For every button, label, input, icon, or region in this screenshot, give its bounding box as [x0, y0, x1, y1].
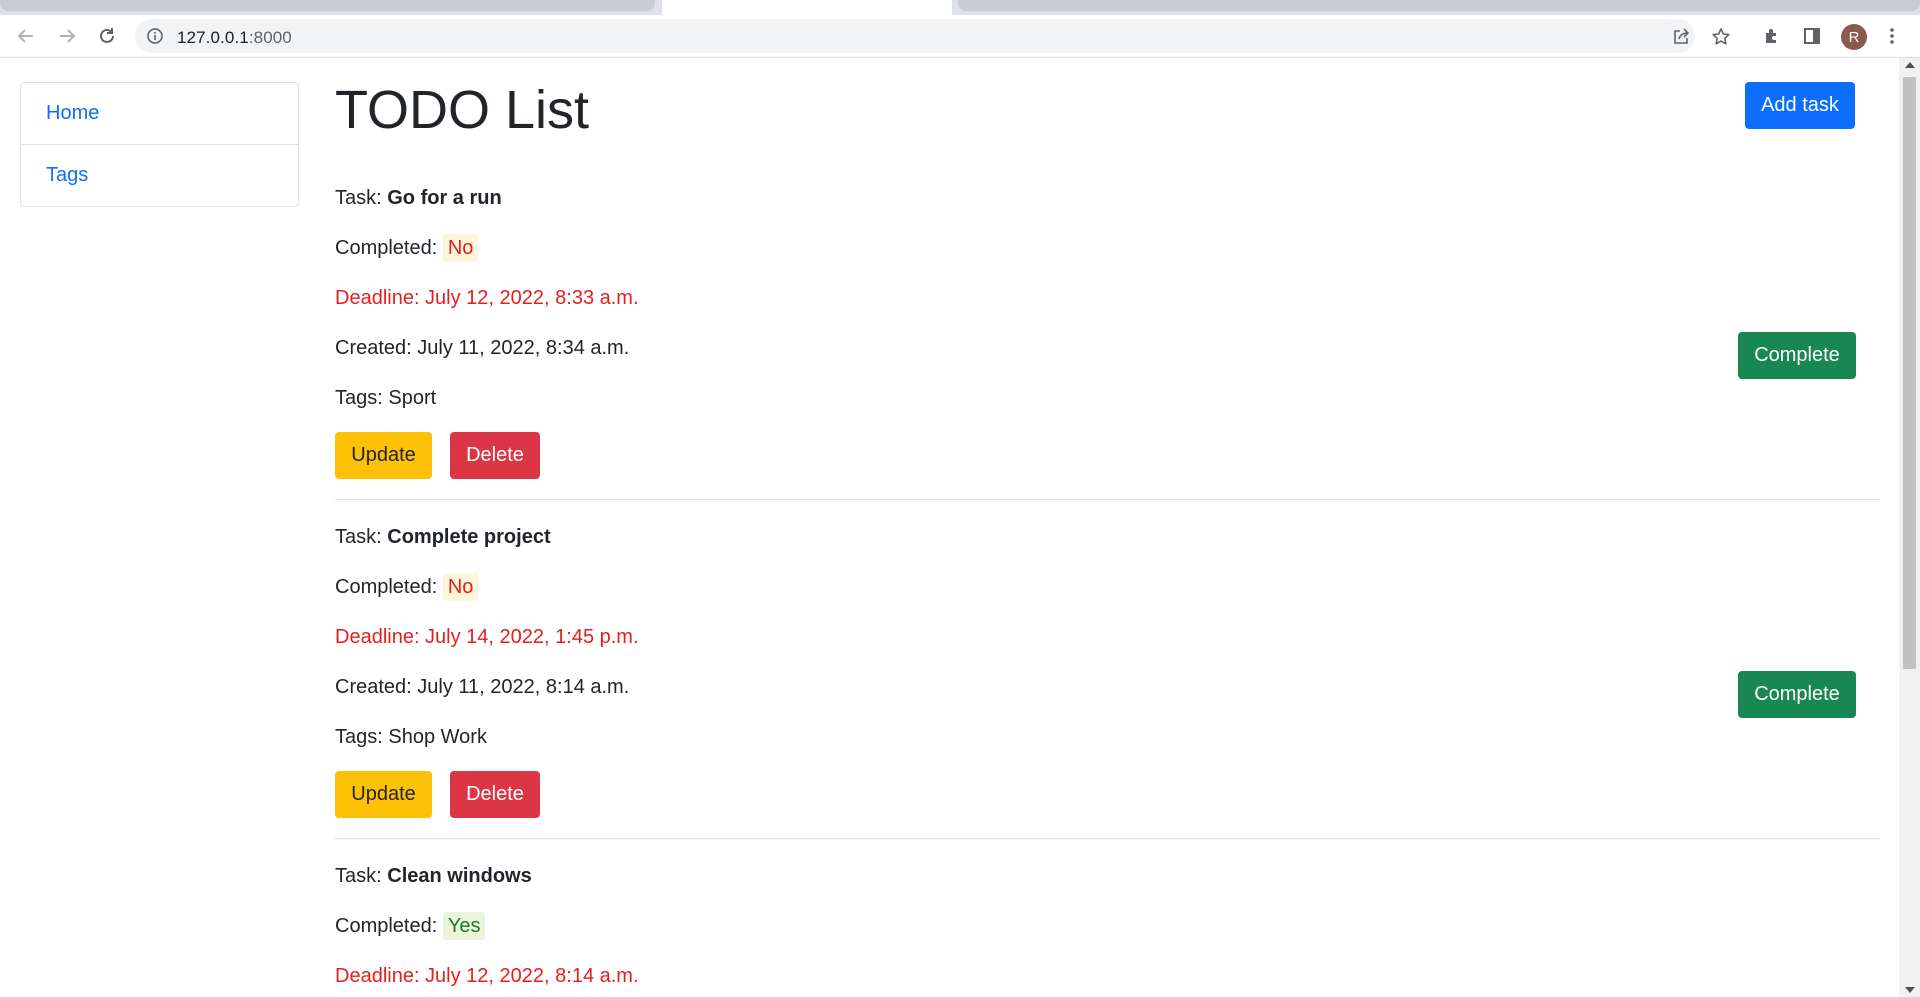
completed-label: Completed: [335, 915, 438, 937]
update-button[interactable]: Update [335, 432, 432, 479]
scroll-thumb[interactable] [1903, 77, 1916, 669]
extensions-icon[interactable] [1760, 24, 1784, 48]
delete-button[interactable]: Delete [450, 771, 540, 818]
deadline-text: Deadline: July 14, 2022, 1:45 p.m. [335, 626, 639, 648]
tags-line: Tags: Shop Work [335, 726, 487, 749]
delete-button[interactable]: Delete [450, 432, 540, 479]
tags-label: Tags: [335, 726, 383, 748]
reload-icon[interactable] [93, 22, 121, 50]
sidebar-item-tags[interactable]: Tags [21, 144, 298, 206]
address-bar[interactable]: 127.0.0.1:8000 [135, 19, 1730, 53]
task-name-line: Task: Clean windows [335, 865, 532, 888]
scroll-down-icon[interactable] [1905, 987, 1915, 993]
created-value: July 11, 2022, 8:14 a.m. [417, 676, 630, 698]
forward-icon[interactable] [53, 22, 81, 50]
avatar-letter: R [1848, 28, 1860, 46]
menu-kebab-icon[interactable] [1880, 24, 1904, 48]
created-value: July 11, 2022, 8:34 a.m. [417, 337, 630, 359]
completed-line: Completed: No [335, 573, 479, 601]
url-text[interactable]: 127.0.0.1:8000 [177, 28, 292, 48]
side-panel-icon[interactable] [1800, 24, 1824, 48]
page-scrollbar[interactable] [1899, 58, 1920, 997]
page-title: TODO List [335, 80, 590, 140]
scroll-up-icon[interactable] [1905, 62, 1915, 68]
completed-label: Completed: [335, 237, 438, 259]
tags-line: Tags: Sport [335, 387, 436, 410]
url-host: 127.0.0.1 [177, 28, 249, 47]
back-icon[interactable] [12, 22, 40, 50]
created-line: Created: July 11, 2022, 8:34 a.m. [335, 337, 629, 360]
task-divider [335, 499, 1880, 500]
task-label: Task: [335, 187, 382, 209]
browser-tab[interactable] [958, 0, 1920, 11]
sidebar-item-home[interactable]: Home [21, 83, 298, 144]
tags-label: Tags: [335, 387, 383, 409]
completed-label: Completed: [335, 576, 438, 598]
created-label: Created: [335, 676, 412, 698]
created-line: Created: July 11, 2022, 8:14 a.m. [335, 676, 629, 699]
task-item: Task: Go for a run Completed: No Deadlin… [335, 180, 1880, 500]
task-name: Complete project [387, 526, 551, 548]
task-item: Task: Complete project Completed: No Dea… [335, 519, 1880, 839]
task-name: Clean windows [387, 865, 532, 887]
tags-value: Shop Work [388, 726, 487, 748]
deadline-text: Deadline: July 12, 2022, 8:33 a.m. [335, 287, 639, 309]
complete-button[interactable]: Complete [1738, 332, 1856, 379]
update-button[interactable]: Update [335, 771, 432, 818]
task-name-line: Task: Complete project [335, 526, 551, 549]
browser-toolbar: 127.0.0.1:8000 R [0, 15, 1920, 58]
tags-value: Sport [388, 387, 437, 409]
browser-tab-strip [0, 0, 1920, 15]
share-icon[interactable] [1670, 26, 1692, 48]
bookmark-star-icon[interactable] [1710, 26, 1732, 48]
browser-tab-active[interactable] [662, 0, 952, 15]
task-divider [335, 838, 1880, 839]
deadline-text: Deadline: July 12, 2022, 8:14 a.m. [335, 965, 639, 987]
completed-line: Completed: Yes [335, 912, 486, 940]
profile-avatar[interactable]: R [1841, 24, 1867, 50]
task-name-line: Task: Go for a run [335, 187, 502, 210]
task-label: Task: [335, 865, 382, 887]
completed-status-badge: No [442, 234, 479, 262]
completed-status-badge: No [442, 573, 479, 601]
task-item: Task: Clean windows Completed: Yes Deadl… [335, 858, 1880, 997]
browser-tab[interactable] [0, 0, 655, 11]
completed-line: Completed: No [335, 234, 479, 262]
task-name: Go for a run [387, 187, 502, 209]
sidebar-nav: Home Tags [20, 82, 299, 207]
task-label: Task: [335, 526, 382, 548]
site-info-icon[interactable] [146, 27, 164, 45]
completed-status-badge: Yes [442, 912, 486, 940]
complete-button[interactable]: Complete [1738, 671, 1856, 718]
url-port: :8000 [248, 28, 292, 47]
created-label: Created: [335, 337, 412, 359]
add-task-button[interactable]: Add task [1745, 82, 1855, 129]
